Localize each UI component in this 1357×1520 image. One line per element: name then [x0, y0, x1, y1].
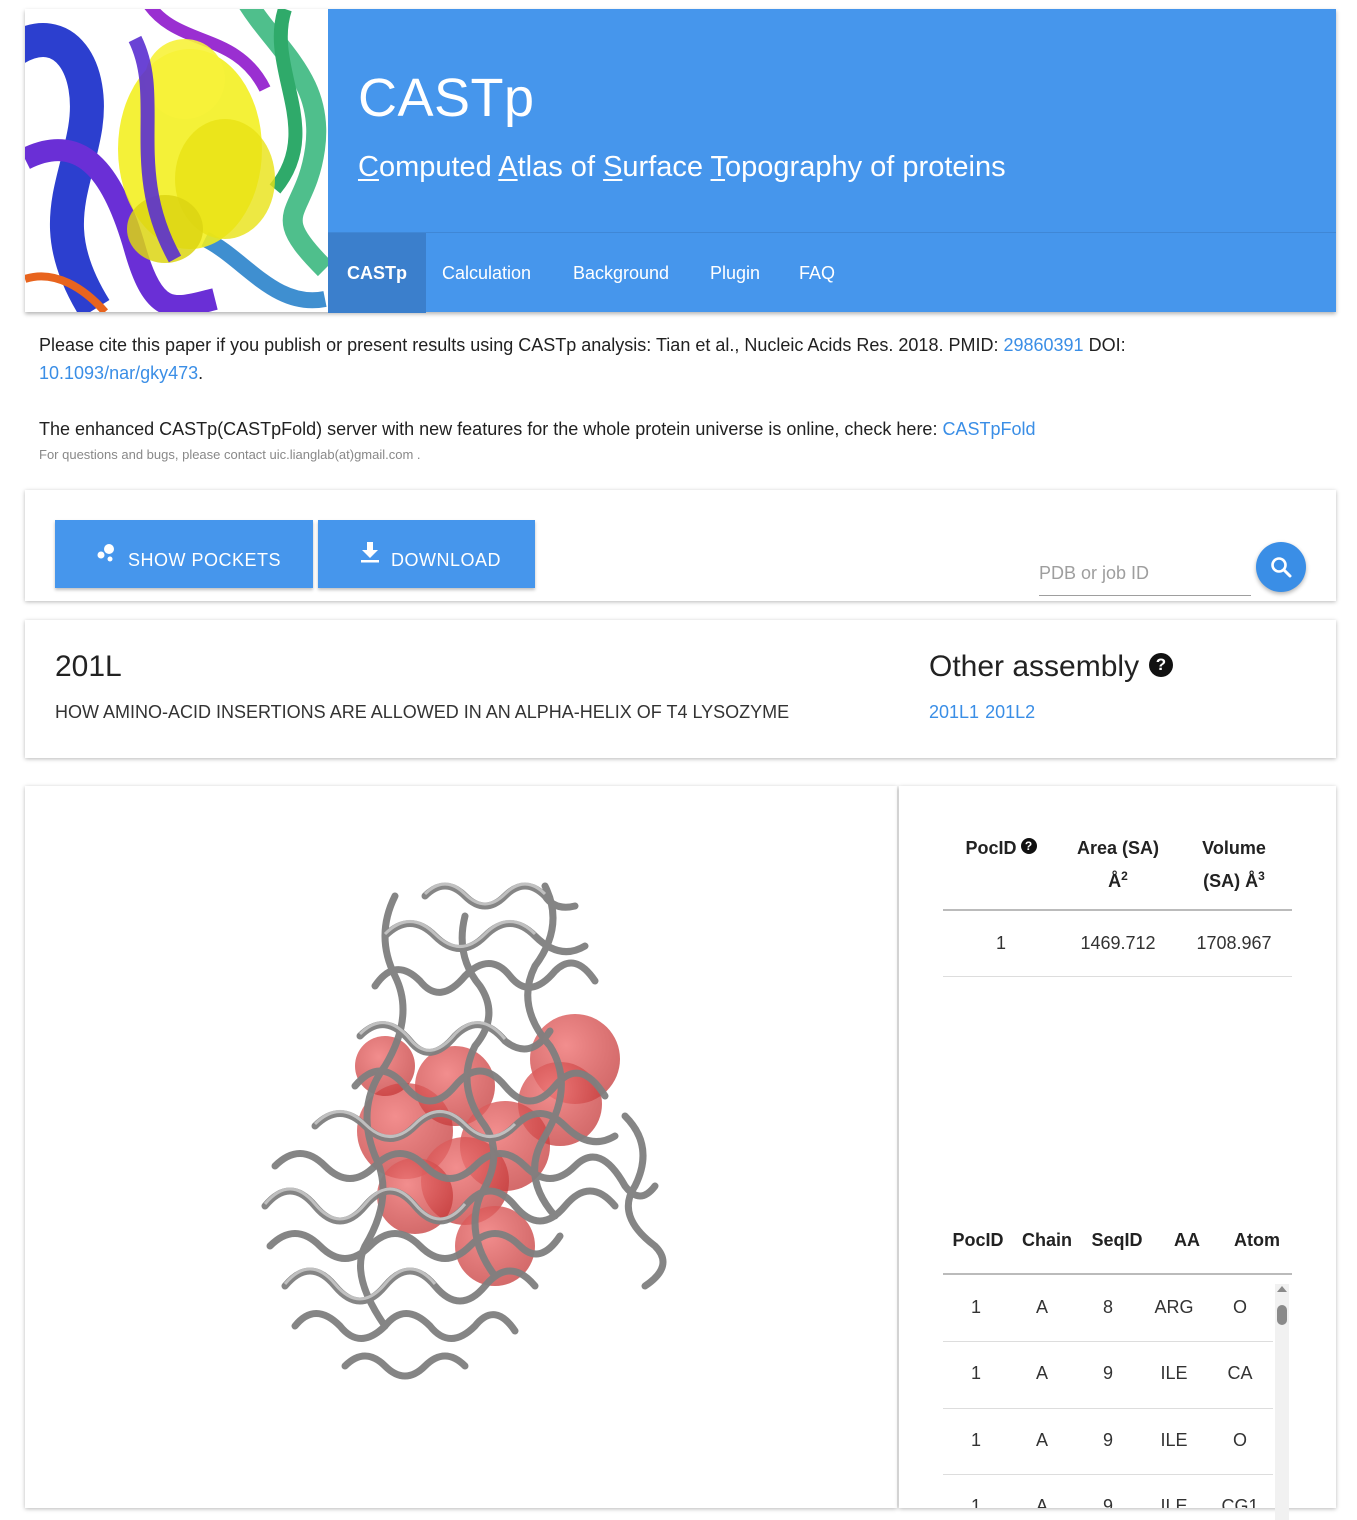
- atom-cell-seqid: 9: [1102, 1363, 1113, 1383]
- atom-cell-aa: ILE: [1160, 1496, 1188, 1508]
- atom-row-divider: [943, 1408, 1273, 1409]
- atom-cell-aa: ARG: [1154, 1297, 1194, 1317]
- atom-table-scrollbar[interactable]: [1275, 1284, 1289, 1520]
- atom-cell-atom: O: [1232, 1297, 1247, 1317]
- atom-cell-aa: ILE: [1160, 1430, 1188, 1450]
- scrollbar-thumb: [1277, 1305, 1287, 1325]
- atom-cell-chain: A: [1035, 1363, 1048, 1383]
- atom-row-divider: [943, 1474, 1273, 1475]
- atom-cell-atom: O: [1232, 1430, 1247, 1450]
- atom-cell-pocid: 1: [970, 1430, 981, 1450]
- atom-cell-atom: CG1: [1221, 1496, 1259, 1508]
- atom-row-divider: [943, 1341, 1273, 1342]
- atom-cell-pocid: 1: [970, 1297, 981, 1317]
- atom-table-body: 1 A 8 ARG O 1 A 9 ILE CA 1 A 9 ILE O 1 A…: [0, 0, 1357, 1508]
- scrollbar-graphic: [1275, 1284, 1289, 1520]
- atom-cell-atom: CA: [1227, 1363, 1253, 1383]
- atom-cell-seqid: 9: [1102, 1430, 1113, 1450]
- atom-cell-pocid: 1: [970, 1496, 981, 1508]
- atom-cell-chain: A: [1035, 1496, 1048, 1508]
- atom-cell-seqid: 8: [1102, 1297, 1113, 1317]
- atom-cell-chain: A: [1035, 1297, 1048, 1317]
- atom-cell-pocid: 1: [970, 1363, 981, 1383]
- atom-cell-seqid: 9: [1102, 1496, 1113, 1508]
- atom-cell-aa: ILE: [1160, 1363, 1188, 1383]
- atom-cell-chain: A: [1035, 1430, 1048, 1450]
